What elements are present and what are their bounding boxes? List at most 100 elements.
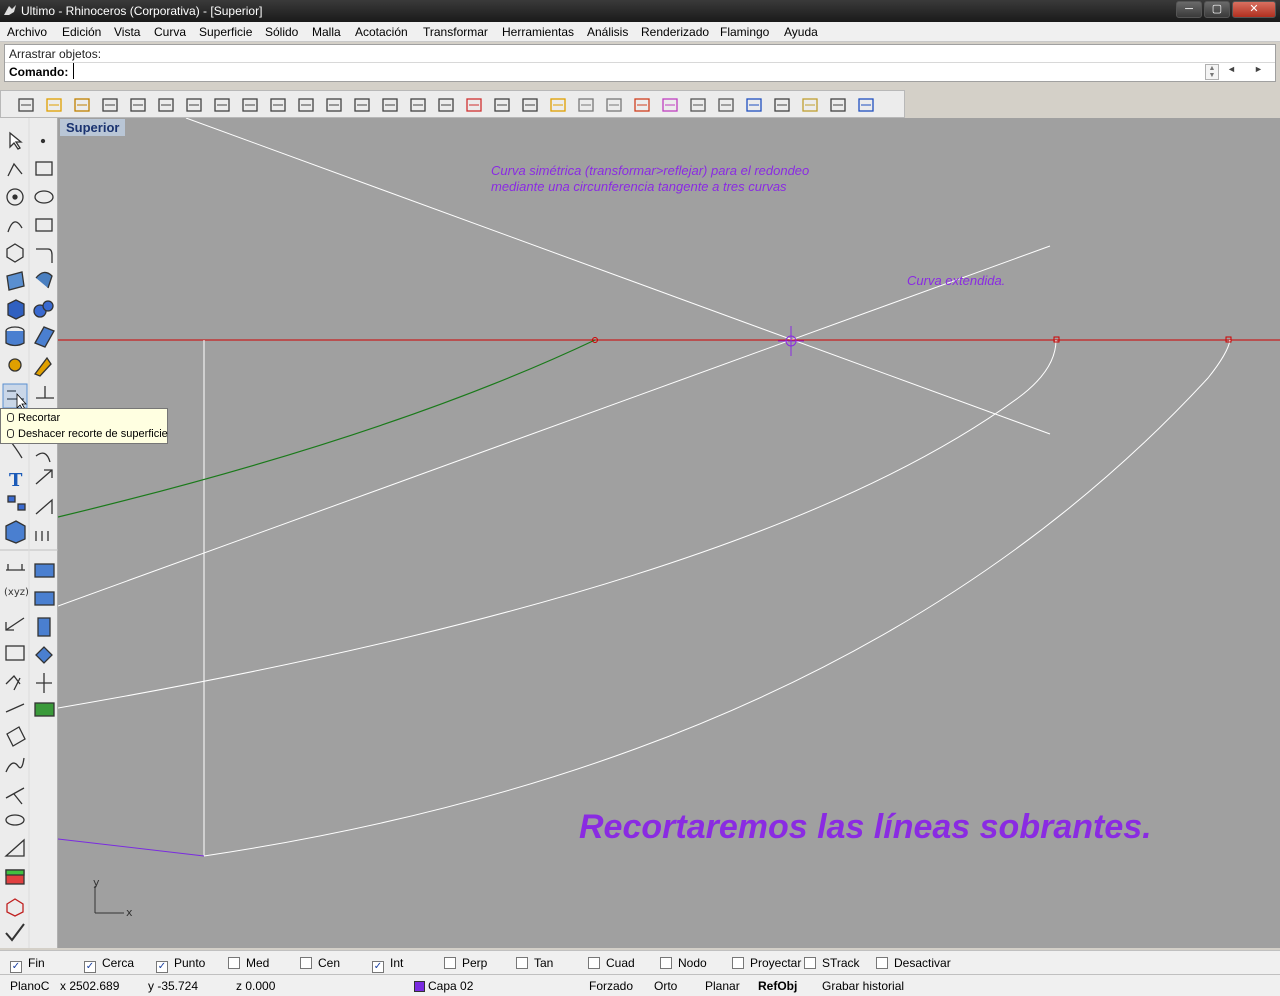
osnap-cerca[interactable]: ✓ Cerca	[84, 956, 134, 973]
menu-acotacion[interactable]: Acotación	[355, 25, 408, 39]
new-icon[interactable]	[15, 94, 37, 116]
osnap-perp[interactable]: Perp	[444, 956, 487, 970]
osnap-checkbox[interactable]: ✓	[84, 961, 96, 973]
command-scroll-left-icon[interactable]: ◄	[1227, 64, 1236, 74]
status-y-coordinate: y -35.724	[148, 979, 199, 993]
command-input[interactable]	[73, 63, 1203, 79]
open-icon[interactable]	[43, 94, 65, 116]
grid-icon[interactable]	[491, 94, 513, 116]
osnap-checkbox[interactable]: ✓	[10, 961, 22, 973]
menu-flamingo[interactable]: Flamingo	[720, 25, 769, 39]
osnap-int[interactable]: ✓ Int	[372, 956, 403, 973]
menu-archivo[interactable]: Archivo	[7, 25, 47, 39]
pan-icon[interactable]	[267, 94, 289, 116]
menu-ayuda[interactable]: Ayuda	[784, 25, 818, 39]
osnap-checkbox[interactable]: ✓	[372, 961, 384, 973]
zoom-extents-icon[interactable]	[379, 94, 401, 116]
menu-curva[interactable]: Curva	[154, 25, 186, 39]
osnap-bar: ✓ Fin ✓ Cerca ✓ Punto Med Cen ✓ Int Perp Tan Cuad Nod…	[0, 950, 1280, 974]
undo-icon[interactable]	[239, 94, 261, 116]
viewport-title-tab[interactable]: Superior	[60, 119, 126, 136]
menu-analisis[interactable]: Análisis	[587, 25, 628, 39]
osnap-strack[interactable]: STrack	[804, 956, 860, 970]
sun-icon[interactable]	[799, 94, 821, 116]
osnap-proyectar[interactable]: Proyectar	[732, 956, 801, 970]
status-snap[interactable]: Forzado	[589, 979, 633, 993]
minimize-button[interactable]: ─	[1176, 1, 1202, 18]
status-ortho[interactable]: Orto	[654, 979, 677, 993]
osnap-cuad[interactable]: Cuad	[588, 956, 635, 970]
copy-icon[interactable]	[183, 94, 205, 116]
status-planar[interactable]: Planar	[705, 979, 740, 993]
material-icon[interactable]	[771, 94, 793, 116]
osnap-checkbox[interactable]	[804, 957, 816, 969]
light-icon[interactable]	[547, 94, 569, 116]
annotation-symmetric-curve-line2: mediante una circunferencia tangente a t…	[491, 179, 787, 194]
menu-transformar[interactable]: Transformar	[423, 25, 488, 39]
paste-icon[interactable]	[211, 94, 233, 116]
close-button[interactable]: ✕	[1232, 1, 1276, 18]
osnap-label: Nodo	[678, 956, 707, 970]
osnap-punto[interactable]: ✓ Punto	[156, 956, 205, 973]
zoom-icon[interactable]	[323, 94, 345, 116]
box-icon[interactable]	[603, 94, 625, 116]
render-icon[interactable]	[715, 94, 737, 116]
car-icon[interactable]	[463, 94, 485, 116]
osnap-checkbox[interactable]	[300, 957, 312, 969]
planar-surface-icon	[34, 326, 55, 348]
menu-vista[interactable]: Vista	[114, 25, 140, 39]
import-icon[interactable]	[127, 94, 149, 116]
move-icon[interactable]	[435, 94, 457, 116]
osnap-desactivar[interactable]: Desactivar	[876, 956, 951, 970]
status-osnap[interactable]: RefObj	[758, 979, 797, 993]
white-curve-outer	[203, 339, 1231, 857]
status-layer[interactable]: Capa 02	[428, 979, 473, 993]
analyze-icon	[6, 726, 26, 747]
menu-renderizado[interactable]: Renderizado	[641, 25, 709, 39]
osnap-checkbox[interactable]	[732, 957, 744, 969]
osnap-checkbox[interactable]	[876, 957, 888, 969]
snap-icon[interactable]	[519, 94, 541, 116]
color-wheel-icon[interactable]	[659, 94, 681, 116]
menu-edicion[interactable]: Edición	[62, 25, 101, 39]
osnap-tan[interactable]: Tan	[516, 956, 553, 970]
save-icon[interactable]	[71, 94, 93, 116]
osnap-checkbox[interactable]	[444, 957, 456, 969]
cut-icon[interactable]	[155, 94, 177, 116]
osnap-med[interactable]: Med	[228, 956, 269, 970]
command-scroll-right-icon[interactable]: ►	[1254, 64, 1263, 74]
viewport-superior[interactable]: x y Superior Curva simétrica (transforma…	[58, 118, 1280, 948]
annotation-trim-instruction: Recortaremos las líneas sobrantes.	[579, 808, 1152, 846]
command-spin-button[interactable]: ▲ ▼	[1205, 64, 1219, 80]
maximize-button[interactable]: ▢	[1204, 1, 1230, 18]
osnap-fin[interactable]: ✓ Fin	[10, 956, 45, 973]
layers-icon[interactable]	[631, 94, 653, 116]
osnap-cen[interactable]: Cen	[300, 956, 340, 970]
rotate-icon[interactable]	[407, 94, 429, 116]
options-icon[interactable]	[827, 94, 849, 116]
osnap-checkbox[interactable]	[660, 957, 672, 969]
osnap-checkbox[interactable]	[228, 957, 240, 969]
status-record-history[interactable]: Grabar historial	[822, 979, 904, 993]
layer-color-swatch[interactable]	[414, 981, 425, 992]
zoom-window-icon[interactable]	[351, 94, 373, 116]
display-icon[interactable]	[687, 94, 709, 116]
osnap-checkbox[interactable]	[588, 957, 600, 969]
axis-x-label: x	[126, 906, 133, 919]
mirror-icon	[35, 498, 53, 515]
menu-malla[interactable]: Malla	[312, 25, 341, 39]
osnap-checkbox[interactable]	[516, 957, 528, 969]
cube-shade-icon[interactable]	[575, 94, 597, 116]
menu-herramientas[interactable]: Herramientas	[502, 25, 574, 39]
osnap-checkbox[interactable]: ✓	[156, 961, 168, 973]
move-icon	[35, 469, 53, 485]
help-icon[interactable]	[855, 94, 877, 116]
render-preview-icon[interactable]	[743, 94, 765, 116]
rotate-view-icon[interactable]	[295, 94, 317, 116]
osnap-nodo[interactable]: Nodo	[660, 956, 707, 970]
ellipse-2-icon	[5, 814, 25, 826]
print-icon[interactable]	[99, 94, 121, 116]
status-cplane[interactable]: PlanoC	[10, 979, 49, 993]
menu-solido[interactable]: Sólido	[265, 25, 298, 39]
menu-superficie[interactable]: Superficie	[199, 25, 252, 39]
